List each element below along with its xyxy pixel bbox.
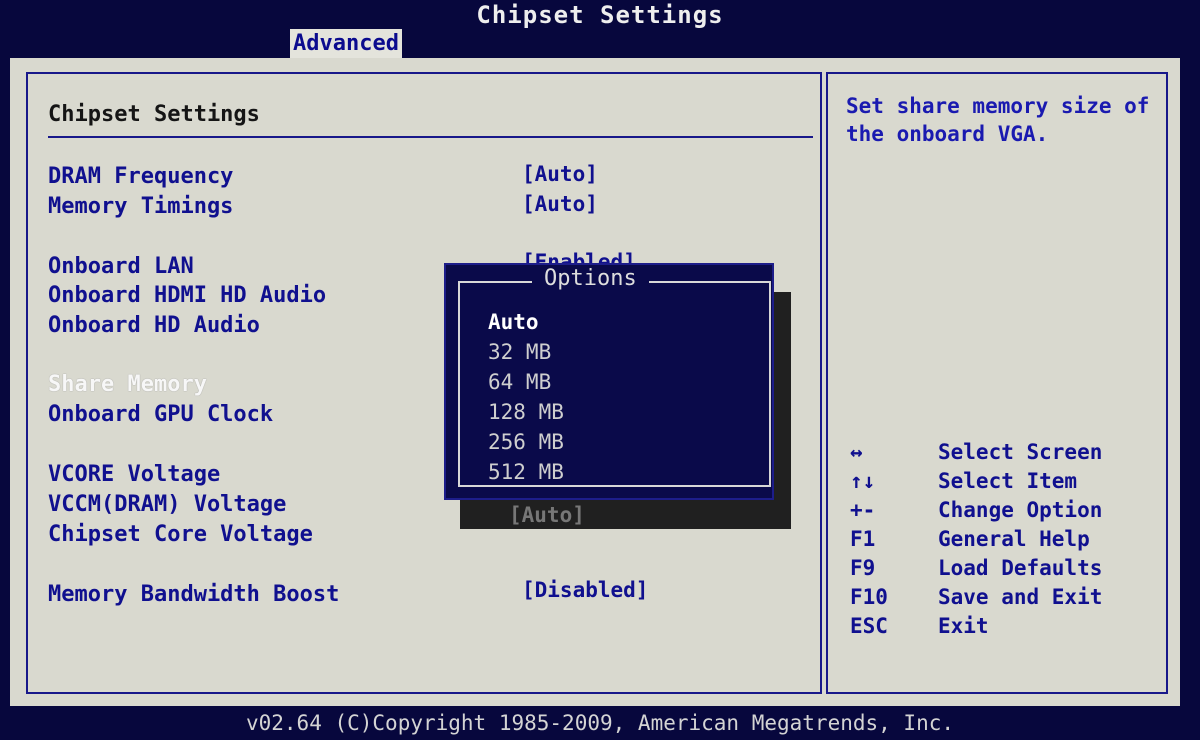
key-row-save-exit: F10 Save and Exit [850,585,1160,613]
key-plus-minus-icon: +- [850,498,876,522]
value-memory-bandwidth-boost[interactable]: [Disabled] [522,578,648,602]
key-row-change-option: +- Change Option [850,498,1160,526]
key-row-select-screen: ↔ Select Screen [850,440,1160,468]
setting-memory-timings[interactable]: Memory Timings [48,194,233,219]
setting-vccm-dram-voltage[interactable]: VCCM(DRAM) Voltage [48,492,286,517]
key-action-label: Save and Exit [938,585,1103,609]
option-item-32mb[interactable]: 32 MB [488,340,551,364]
option-item-256mb[interactable]: 256 MB [488,430,564,454]
key-row-select-item: ↑↓ Select Item [850,469,1160,497]
key-row-exit: ESC Exit [850,614,1160,642]
setting-dram-frequency[interactable]: DRAM Frequency [48,164,233,189]
help-panel: Set share memory size of the onboard VGA… [826,72,1168,694]
value-dram-frequency[interactable]: [Auto] [522,162,598,186]
options-popup-title: Options [532,266,649,291]
setting-chipset-core-voltage[interactable]: Chipset Core Voltage [48,522,313,547]
setting-onboard-lan[interactable]: Onboard LAN [48,254,194,279]
setting-vcore-voltage[interactable]: VCORE Voltage [48,462,220,487]
tab-advanced[interactable]: Advanced [290,29,402,58]
value-chipset-core-voltage[interactable]: [Auto] [509,503,585,527]
value-memory-timings[interactable]: [Auto] [522,192,598,216]
options-popup: Auto 32 MB 64 MB 128 MB 256 MB 512 MB Op… [444,263,774,500]
bios-screen: Chipset Settings Advanced Chipset Settin… [0,0,1200,740]
footer-copyright: v02.64 (C)Copyright 1985-2009, American … [245,711,954,735]
key-f9: F9 [850,556,876,580]
option-item-128mb[interactable]: 128 MB [488,400,564,424]
option-item-auto[interactable]: Auto [488,310,539,334]
option-item-64mb[interactable]: 64 MB [488,370,551,394]
key-action-label: Select Item [938,469,1078,493]
key-arrows-horizontal-icon: ↔ [850,440,863,464]
setting-onboard-hdmi-hd-audio[interactable]: Onboard HDMI HD Audio [48,283,326,308]
window-title: Chipset Settings [476,1,724,29]
section-divider [48,136,813,138]
key-action-label: General Help [938,527,1090,551]
key-action-label: Select Screen [938,440,1103,464]
setting-onboard-hd-audio[interactable]: Onboard HD Audio [48,313,260,338]
key-row-load-defaults: F9 Load Defaults [850,556,1160,584]
setting-memory-bandwidth-boost[interactable]: Memory Bandwidth Boost [48,582,339,607]
section-title: Chipset Settings [48,102,260,127]
key-action-label: Load Defaults [938,556,1103,580]
option-item-512mb[interactable]: 512 MB [488,460,564,484]
key-esc: ESC [850,614,888,638]
key-action-label: Change Option [938,498,1103,522]
key-f10: F10 [850,585,888,609]
options-list-frame: Auto 32 MB 64 MB 128 MB 256 MB 512 MB [458,281,771,487]
help-text: Set share memory size of the onboard VGA… [846,94,1150,146]
setting-onboard-gpu-clock[interactable]: Onboard GPU Clock [48,402,273,427]
setting-share-memory[interactable]: Share Memory [48,372,207,397]
key-f1: F1 [850,527,876,551]
key-arrows-vertical-icon: ↑↓ [850,469,876,493]
key-action-label: Exit [938,614,989,638]
key-row-general-help: F1 General Help [850,527,1160,555]
